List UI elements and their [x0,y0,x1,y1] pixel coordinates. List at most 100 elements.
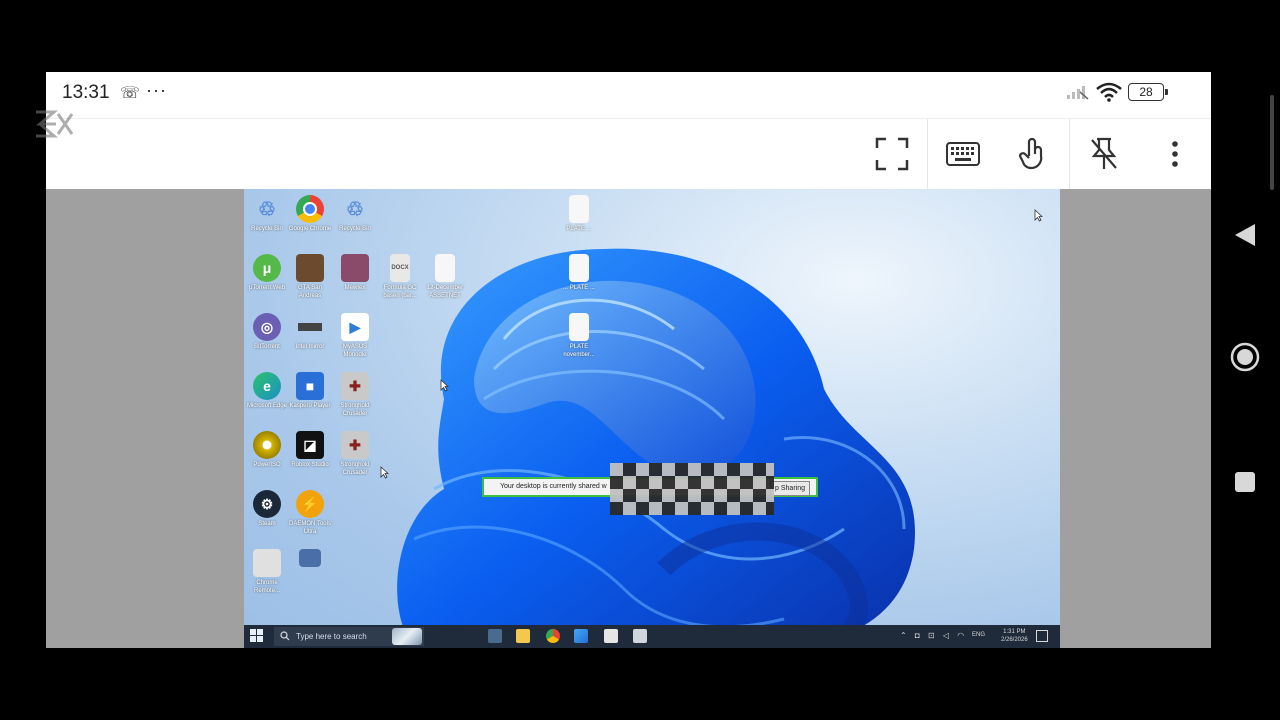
file-explorer-icon[interactable] [516,629,530,643]
desktop-icon-game[interactable]: Mewtex [332,254,378,292]
keyboard-button[interactable] [938,129,988,179]
player-icon: ■ [296,372,324,400]
desktop-icon-label: 12-December ASSETNET [426,285,464,299]
desktop-icon-store[interactable]: ▶ MyASUS Monodle [332,313,378,359]
file-icon [569,254,589,282]
desktop-icon-file[interactable]: 12-December ASSETNET [422,254,468,300]
gta-icon [296,254,324,282]
edge-handle[interactable] [1270,95,1274,190]
desktop-icon-label: Chrome Remote... [253,580,280,594]
notification-center-icon[interactable] [1036,630,1048,642]
desktop-icon-player[interactable]: ■ Kaspero Player [287,372,333,410]
desktop-icon-label: Microsoft Edge [246,403,288,409]
desktop-icon-recycle-bin[interactable]: ♲ Recycle Bin [244,195,290,233]
touch-icon [1018,137,1043,170]
fullscreen-button[interactable] [867,129,917,179]
desktop-icon-label: Roblox Studio [291,462,329,468]
desktop-icon-label: PLATE november... [563,344,595,358]
chrome-icon [296,195,324,223]
desktop-icon-label: Formula GC basen (bar... [383,285,417,299]
desktop-icon-poweriso[interactable]: PowerISO [244,431,290,469]
clock-time: 1:31 PM [1003,629,1026,635]
unpin-toolbar-button[interactable] [1079,129,1129,179]
desktop-icon-microsoft-edge[interactable]: e Microsoft Edge [244,372,290,410]
sharing-message: Your desktop is currently shared w [500,483,607,490]
battery-icon: 28 [1128,83,1168,101]
desktop-icon-chip[interactable]: Intel mirror [287,313,333,351]
desktop-icon-recycle-bin-2[interactable]: ♲ Recycle Bin [332,195,378,233]
desktop-icon-label: PowerISO [253,462,281,468]
redacted-area [610,463,774,515]
desktop-icon-plate-1[interactable]: PLATE ... [556,195,602,233]
status-bar: 13:31 ☏ ··· 28 [46,72,1211,118]
desktop-icon-steam[interactable]: ⚙ Steam [244,490,290,528]
desktop-icon-google-chrome[interactable]: Google Chrome [287,195,333,233]
desktop-icon-label: Steam [258,521,276,527]
file-icon [435,254,455,282]
desktop-icon-plate-3[interactable]: PLATE november... [556,313,602,359]
toolbar-divider [927,119,928,190]
taskbar-search-box[interactable]: Type here to search [274,627,424,646]
store-taskbar-icon[interactable] [604,629,618,643]
recent-apps-icon[interactable] [1235,472,1255,492]
desktop-icon-stronghold[interactable]: ✚ Stronghold Crusader [332,372,378,418]
file-icon [569,313,589,341]
desktop-icon-daemon-tools[interactable]: ⚡ DAEMON Tools Ultra [287,490,333,536]
desktop-icon-label: Google Chrome [288,226,332,232]
app-watermark-icon [35,110,74,138]
utorrent-icon: μ [253,254,281,282]
status-time: 13:31 [62,82,110,103]
touch-mode-button[interactable] [1008,129,1058,179]
language-indicator[interactable]: ENG [972,632,985,638]
stop-sharing-button[interactable]: p Sharing [770,481,810,496]
desktop-icon-chrome-remote[interactable]: Chrome Remote... [244,549,290,595]
keyboard-icon [946,142,980,166]
desktop-icon-label: BitTorrent [254,344,280,350]
desktop-icon-stronghold-2[interactable]: ✚ Stronghold Crusader [332,431,378,477]
recycle-bin-icon: ♲ [258,198,276,221]
desktop-icon-gta[interactable]: GTA San Andreas [287,254,333,300]
signal-icon [1067,86,1089,100]
taskbar-clock[interactable]: 1:31 PM 2/26/2026 [1001,628,1028,644]
system-tray-icons[interactable]: ⌃ ◘ ⊡ ◁ ◠ [900,631,967,640]
windows-start-icon[interactable] [250,629,263,642]
desktop-icon-label: Recycle Bin [251,226,283,232]
chrome-taskbar-icon[interactable] [546,629,560,643]
desktop-icon-bittorrent[interactable]: ◎ BitTorrent [244,313,290,351]
fullscreen-icon [875,137,909,171]
desktop-icon-label: Recycle Bin [339,226,371,232]
desktop-icon-plate-2[interactable]: ... PLATE ... [556,254,602,292]
desktop-icon-roblox-studio[interactable]: ◪ Roblox Studio [287,431,333,469]
remote-desktop[interactable]: ♲ Recycle Bin Google Chrome ♲ Recycle Bi… [244,189,1060,648]
search-icon [280,631,290,641]
vscode-icon[interactable] [574,629,588,643]
roblox-icon: ◪ [296,431,324,459]
printer-icon[interactable] [633,629,647,643]
game-icon [341,254,369,282]
desktop-icon-photo[interactable] [287,549,333,569]
wifi-icon [1096,82,1122,102]
search-placeholder: Type here to search [296,632,367,641]
more-notifications-icon: ··· [146,80,167,100]
mouse-cursor-icon [1034,209,1043,222]
mouse-cursor-icon [380,466,389,479]
task-view-icon[interactable] [488,629,502,643]
chip-icon [296,313,324,341]
shield-icon: ✚ [341,431,369,459]
desktop-icon-docx[interactable]: DOCX Formula GC basen (bar... [377,254,423,300]
windows-taskbar: Type here to search ⌃ ◘ ⊡ ◁ ◠ ENG 1:31 P… [244,625,1060,648]
desktop-icon-utorrent-web[interactable]: μ μTorrent Web [244,254,290,292]
desktop-icon-label: μTorrent Web [248,285,286,291]
desktop-icon-label: Intel mirror [295,344,325,350]
steam-icon: ⚙ [253,490,281,518]
remote-toolbar [46,118,1211,190]
back-icon[interactable] [1233,222,1257,248]
more-options-button[interactable] [1150,129,1200,179]
desktop-icon-label: GTA San Andreas [298,285,322,299]
remote-desktop-icon [253,549,281,577]
desktop-icon-label: PLATE ... [566,226,592,232]
remote-viewer: ♲ Recycle Bin Google Chrome ♲ Recycle Bi… [46,189,1211,648]
lightning-icon: ⚡ [296,490,324,518]
home-icon[interactable] [1230,342,1260,372]
edge-icon: e [253,372,281,400]
